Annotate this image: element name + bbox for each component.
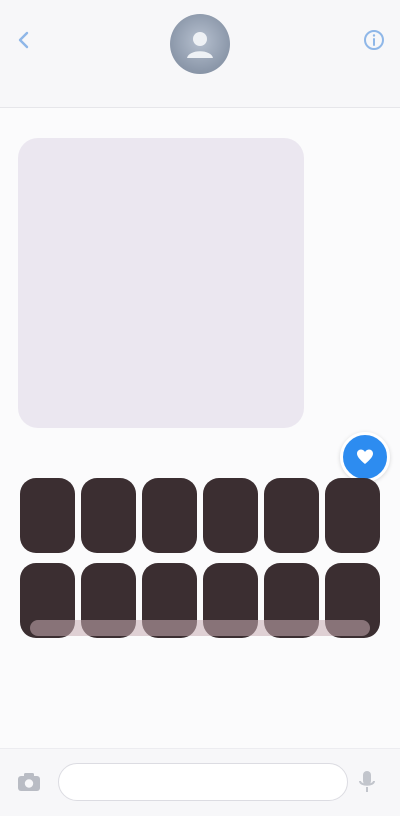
action-button[interactable] <box>325 478 380 553</box>
message-actions-bar <box>20 478 380 638</box>
heart-icon <box>357 449 373 464</box>
microphone-button[interactable] <box>350 765 384 799</box>
info-icon <box>364 30 384 50</box>
message-composer <box>0 748 400 816</box>
contact-avatar[interactable] <box>170 14 230 74</box>
incoming-message-bubble[interactable] <box>18 138 304 428</box>
camera-icon <box>18 773 40 791</box>
message-input[interactable] <box>58 763 348 801</box>
action-button[interactable] <box>142 478 197 553</box>
person-icon <box>187 32 213 58</box>
tapback-reaction[interactable] <box>340 432 390 482</box>
info-button[interactable] <box>356 22 392 58</box>
action-button[interactable] <box>203 478 258 553</box>
conversation-header <box>0 0 400 108</box>
camera-button[interactable] <box>12 765 46 799</box>
action-button[interactable] <box>20 478 75 553</box>
action-button[interactable] <box>264 478 319 553</box>
back-button[interactable] <box>6 22 42 58</box>
microphone-icon <box>359 771 375 792</box>
actions-bar-shadow <box>30 620 370 636</box>
chevron-left-icon <box>18 31 29 49</box>
action-button[interactable] <box>81 478 136 553</box>
messages-screen <box>0 0 400 816</box>
